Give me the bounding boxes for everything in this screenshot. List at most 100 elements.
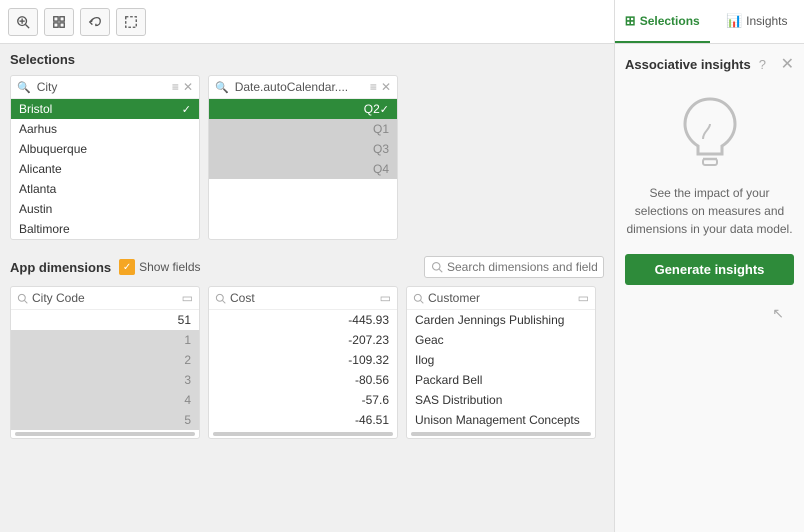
- insights-tab-icon: 📊: [726, 13, 742, 29]
- customer-item-ilog[interactable]: Ilog: [407, 350, 595, 370]
- cursor-indicator: ↖: [625, 305, 794, 322]
- city-card-list: Bristol ✓ Aarhus Albuquerque Alicante At…: [11, 99, 199, 239]
- city-code-item-5[interactable]: 5: [11, 410, 199, 430]
- checkbox-icon: ✓: [119, 259, 135, 275]
- selections-cards: 🔍 City ≡ ✕ Bristol ✓ Aarhus Albuquerque: [10, 75, 604, 240]
- customer-dim-card: Customer ▭ Carden Jennings Publishing Ge…: [406, 286, 596, 439]
- cost-dim-list: -445.93 -207.23 -109.32 -80.56 -57.6: [209, 310, 397, 430]
- customer-item-unison[interactable]: Unison Management Concepts: [407, 410, 595, 430]
- customer-item-geac[interactable]: Geac: [407, 330, 595, 350]
- city-code-card-title: City Code: [32, 291, 178, 305]
- right-tabs: ⊞ Selections 📊 Insights: [615, 0, 804, 44]
- insights-panel: Associative insights ? ✕ See the impact …: [615, 44, 804, 532]
- selections-title: Selections: [10, 52, 604, 67]
- city-code-card-icon[interactable]: ▭: [182, 291, 193, 305]
- cost-dim-card: Cost ▭ -445.93 -207.23 -109.32 -80.56: [208, 286, 398, 439]
- date-search-icon: 🔍: [215, 81, 229, 94]
- date-card-header: 🔍 Date.autoCalendar.... ≡ ✕: [209, 76, 397, 99]
- date-item-q3[interactable]: Q3: [209, 139, 397, 159]
- date-item-q2[interactable]: Q2 ✓: [209, 99, 397, 119]
- customer-search-icon: [413, 293, 424, 304]
- city-card-title: City: [37, 80, 168, 94]
- city-code-scrollbar[interactable]: [15, 432, 195, 436]
- city-code-item-1[interactable]: 1: [11, 330, 199, 350]
- customer-dim-list: Carden Jennings Publishing Geac Ilog Pac…: [407, 310, 595, 430]
- dim-cards: City Code ▭ 51 1 2 3: [10, 286, 604, 439]
- city-item-atlanta[interactable]: Atlanta: [11, 179, 199, 199]
- app-dims-header: App dimensions ✓ Show fields: [10, 256, 604, 278]
- cost-card-icon[interactable]: ▭: [380, 291, 391, 305]
- city-item-albuquerque[interactable]: Albuquerque: [11, 139, 199, 159]
- customer-item-packard[interactable]: Packard Bell: [407, 370, 595, 390]
- generate-insights-button[interactable]: Generate insights: [625, 254, 794, 285]
- city-card-list-icon[interactable]: ≡: [172, 80, 179, 94]
- customer-card-title: Customer: [428, 291, 574, 305]
- date-item-q4[interactable]: Q4: [209, 159, 397, 179]
- city-item-alicante[interactable]: Alicante: [11, 159, 199, 179]
- city-code-card-header: City Code ▭: [11, 287, 199, 310]
- city-selection-card: 🔍 City ≡ ✕ Bristol ✓ Aarhus Albuquerque: [10, 75, 200, 240]
- tab-selections[interactable]: ⊞ Selections: [615, 0, 710, 43]
- customer-card-icon[interactable]: ▭: [578, 291, 589, 305]
- insights-tab-label: Insights: [746, 14, 787, 28]
- date-item-q1[interactable]: Q1: [209, 119, 397, 139]
- cost-item-1[interactable]: -445.93: [209, 310, 397, 330]
- date-selection-card: 🔍 Date.autoCalendar.... ≡ ✕ Q2 ✓ Q1 Q3: [208, 75, 398, 240]
- city-search-icon: 🔍: [17, 81, 31, 94]
- undo-button[interactable]: [80, 8, 110, 36]
- tab-insights[interactable]: 📊 Insights: [710, 0, 804, 43]
- customer-item-sas[interactable]: SAS Distribution: [407, 390, 595, 410]
- cost-item-6[interactable]: -46.51: [209, 410, 397, 430]
- city-item-austin[interactable]: Austin: [11, 199, 199, 219]
- cost-card-header: Cost ▭: [209, 287, 397, 310]
- app-dims-section: App dimensions ✓ Show fields City Code ▭: [0, 248, 614, 532]
- cost-item-3[interactable]: -109.32: [209, 350, 397, 370]
- zoom-fit-button[interactable]: [44, 8, 74, 36]
- cost-item-5[interactable]: -57.6: [209, 390, 397, 410]
- city-item-aarhus[interactable]: Aarhus: [11, 119, 199, 139]
- check-icon: ✓: [182, 103, 191, 116]
- show-fields-checkbox[interactable]: ✓ Show fields: [119, 259, 200, 275]
- cost-card-title: Cost: [230, 291, 376, 305]
- selections-tab-label: Selections: [640, 14, 700, 28]
- customer-scrollbar[interactable]: [411, 432, 591, 436]
- city-card-close-icon[interactable]: ✕: [183, 80, 193, 94]
- insights-title: Associative insights: [625, 57, 751, 72]
- search-dims-icon: [431, 261, 443, 273]
- search-dimensions-field[interactable]: [424, 256, 604, 278]
- date-card-list-icon[interactable]: ≡: [370, 80, 377, 94]
- insights-title-group: Associative insights ?: [625, 57, 766, 72]
- cost-item-4[interactable]: -80.56: [209, 370, 397, 390]
- city-code-item-4[interactable]: 4: [11, 390, 199, 410]
- bulb-container: [625, 89, 794, 174]
- city-code-search-icon: [17, 293, 28, 304]
- city-code-dim-card: City Code ▭ 51 1 2 3: [10, 286, 200, 439]
- cost-search-icon: [215, 293, 226, 304]
- selection-box-button[interactable]: [116, 8, 146, 36]
- city-code-item-2[interactable]: 2: [11, 350, 199, 370]
- show-fields-label: Show fields: [139, 260, 200, 274]
- zoom-in-button[interactable]: [8, 8, 38, 36]
- cost-scrollbar[interactable]: [213, 432, 393, 436]
- customer-item-carden[interactable]: Carden Jennings Publishing: [407, 310, 595, 330]
- q2-check-icon: ✓: [380, 103, 389, 116]
- insights-close-icon[interactable]: ✕: [781, 54, 794, 74]
- toolbar: [0, 0, 614, 44]
- selections-tab-icon: ⊞: [625, 13, 636, 29]
- date-card-list: Q2 ✓ Q1 Q3 Q4: [209, 99, 397, 179]
- left-panel: Selections 🔍 City ≡ ✕ Bristol ✓ Aarhus: [0, 0, 614, 532]
- date-card-close-icon[interactable]: ✕: [381, 80, 391, 94]
- city-card-header: 🔍 City ≡ ✕: [11, 76, 199, 99]
- insights-help-icon[interactable]: ?: [759, 57, 766, 72]
- date-card-title: Date.autoCalendar....: [235, 80, 366, 94]
- insights-description: See the impact of your selections on mea…: [625, 184, 794, 238]
- city-item-baltimore[interactable]: Baltimore: [11, 219, 199, 239]
- search-dimensions-input[interactable]: [447, 260, 597, 274]
- cost-item-2[interactable]: -207.23: [209, 330, 397, 350]
- city-item-bristol[interactable]: Bristol ✓: [11, 99, 199, 119]
- customer-card-header: Customer ▭: [407, 287, 595, 310]
- city-code-item-51[interactable]: 51: [11, 310, 199, 330]
- right-panel: ⊞ Selections 📊 Insights Associative insi…: [614, 0, 804, 532]
- insights-title-row: Associative insights ? ✕: [625, 54, 794, 74]
- city-code-item-3[interactable]: 3: [11, 370, 199, 390]
